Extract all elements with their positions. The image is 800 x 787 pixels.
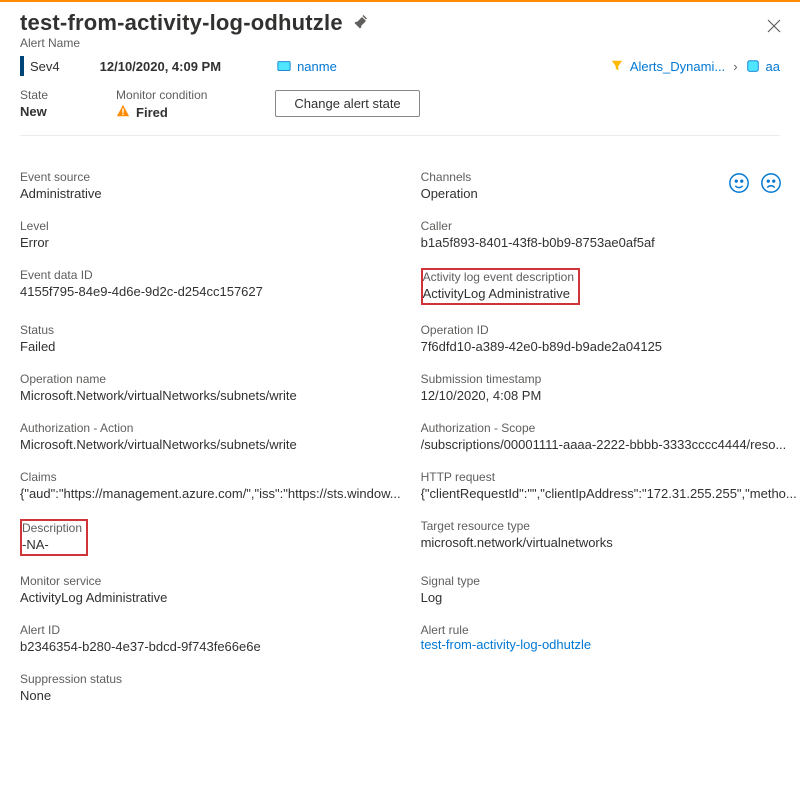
- field-alert-id: Alert ID b2346354-b280-4e37-bdcd-9f743fe…: [20, 623, 421, 654]
- field-auth-action: Authorization - Action Microsoft.Network…: [20, 421, 421, 452]
- field-auth-scope: Authorization - Scope /subscriptions/000…: [421, 421, 800, 452]
- breadcrumb-rule[interactable]: Alerts_Dynami...: [630, 59, 725, 74]
- severity-bar-icon: [20, 56, 24, 76]
- header: test-from-activity-log-odhutzle Alert Na…: [20, 2, 780, 50]
- field-target-resource-type: Target resource type microsoft.network/v…: [421, 519, 800, 556]
- subscription-icon: [277, 59, 291, 73]
- empty-cell: [421, 672, 800, 703]
- field-event-data-id: Event data ID 4155f795-84e9-4d6e-9d2c-d2…: [20, 268, 421, 305]
- page-title: test-from-activity-log-odhutzle: [20, 10, 343, 36]
- field-signal-type: Signal type Log: [421, 574, 800, 605]
- pin-icon[interactable]: [353, 14, 369, 33]
- change-alert-state-button[interactable]: Change alert state: [275, 90, 419, 117]
- field-monitor-service: Monitor service ActivityLog Administrati…: [20, 574, 421, 605]
- monitor-condition-value: Fired: [136, 105, 168, 120]
- severity-label: Sev4: [30, 59, 60, 74]
- smile-icon[interactable]: [728, 172, 750, 197]
- chevron-right-icon: ›: [733, 59, 737, 74]
- divider: [20, 135, 780, 136]
- breadcrumb-scope[interactable]: nanme: [297, 59, 337, 74]
- field-claims: Claims {"aud":"https://management.azure.…: [20, 470, 421, 501]
- details-grid: Event source Administrative Channels Ope…: [20, 170, 780, 703]
- field-submission-timestamp: Submission timestamp 12/10/2020, 4:08 PM: [421, 372, 800, 403]
- frown-icon[interactable]: [760, 172, 782, 197]
- alert-details-pane: test-from-activity-log-odhutzle Alert Na…: [0, 0, 800, 787]
- summary-row: Sev4 12/10/2020, 4:09 PM nanme Alerts_Dy…: [20, 56, 780, 76]
- state-row: State New Monitor condition Fired Change…: [20, 88, 780, 135]
- breadcrumb-resource[interactable]: aa: [766, 59, 780, 74]
- field-level: Level Error: [20, 219, 421, 250]
- field-operation-id: Operation ID 7f6dfd10-a389-42e0-b89d-b9a…: [421, 323, 800, 354]
- field-http-request: HTTP request {"clientRequestId":"","clie…: [421, 470, 800, 501]
- field-alert-rule: Alert rule test-from-activity-log-odhutz…: [421, 623, 800, 654]
- close-icon[interactable]: [766, 18, 782, 34]
- state-value: New: [20, 104, 48, 119]
- monitor-condition-label: Monitor condition: [116, 88, 207, 102]
- field-suppression-status: Suppression status None: [20, 672, 421, 703]
- alert-rule-link[interactable]: test-from-activity-log-odhutzle: [421, 637, 592, 652]
- feedback-row: [728, 172, 782, 197]
- filter-icon: [610, 59, 624, 73]
- fired-timestamp: 12/10/2020, 4:09 PM: [100, 59, 221, 74]
- warning-icon: [116, 104, 130, 121]
- breadcrumb: nanme Alerts_Dynami... › aa: [277, 59, 780, 74]
- state-label: State: [20, 88, 48, 102]
- field-caller: Caller b1a5f893-8401-43f8-b0b9-8753ae0af…: [421, 219, 800, 250]
- field-event-source: Event source Administrative: [20, 170, 421, 201]
- resource-icon: [746, 59, 760, 73]
- field-description: Description -NA-: [20, 519, 88, 556]
- page-subtitle: Alert Name: [20, 36, 780, 50]
- severity-badge: Sev4: [20, 56, 60, 76]
- field-activity-log-desc: Activity log event description ActivityL…: [421, 268, 580, 305]
- field-status: Status Failed: [20, 323, 421, 354]
- field-operation-name: Operation name Microsoft.Network/virtual…: [20, 372, 421, 403]
